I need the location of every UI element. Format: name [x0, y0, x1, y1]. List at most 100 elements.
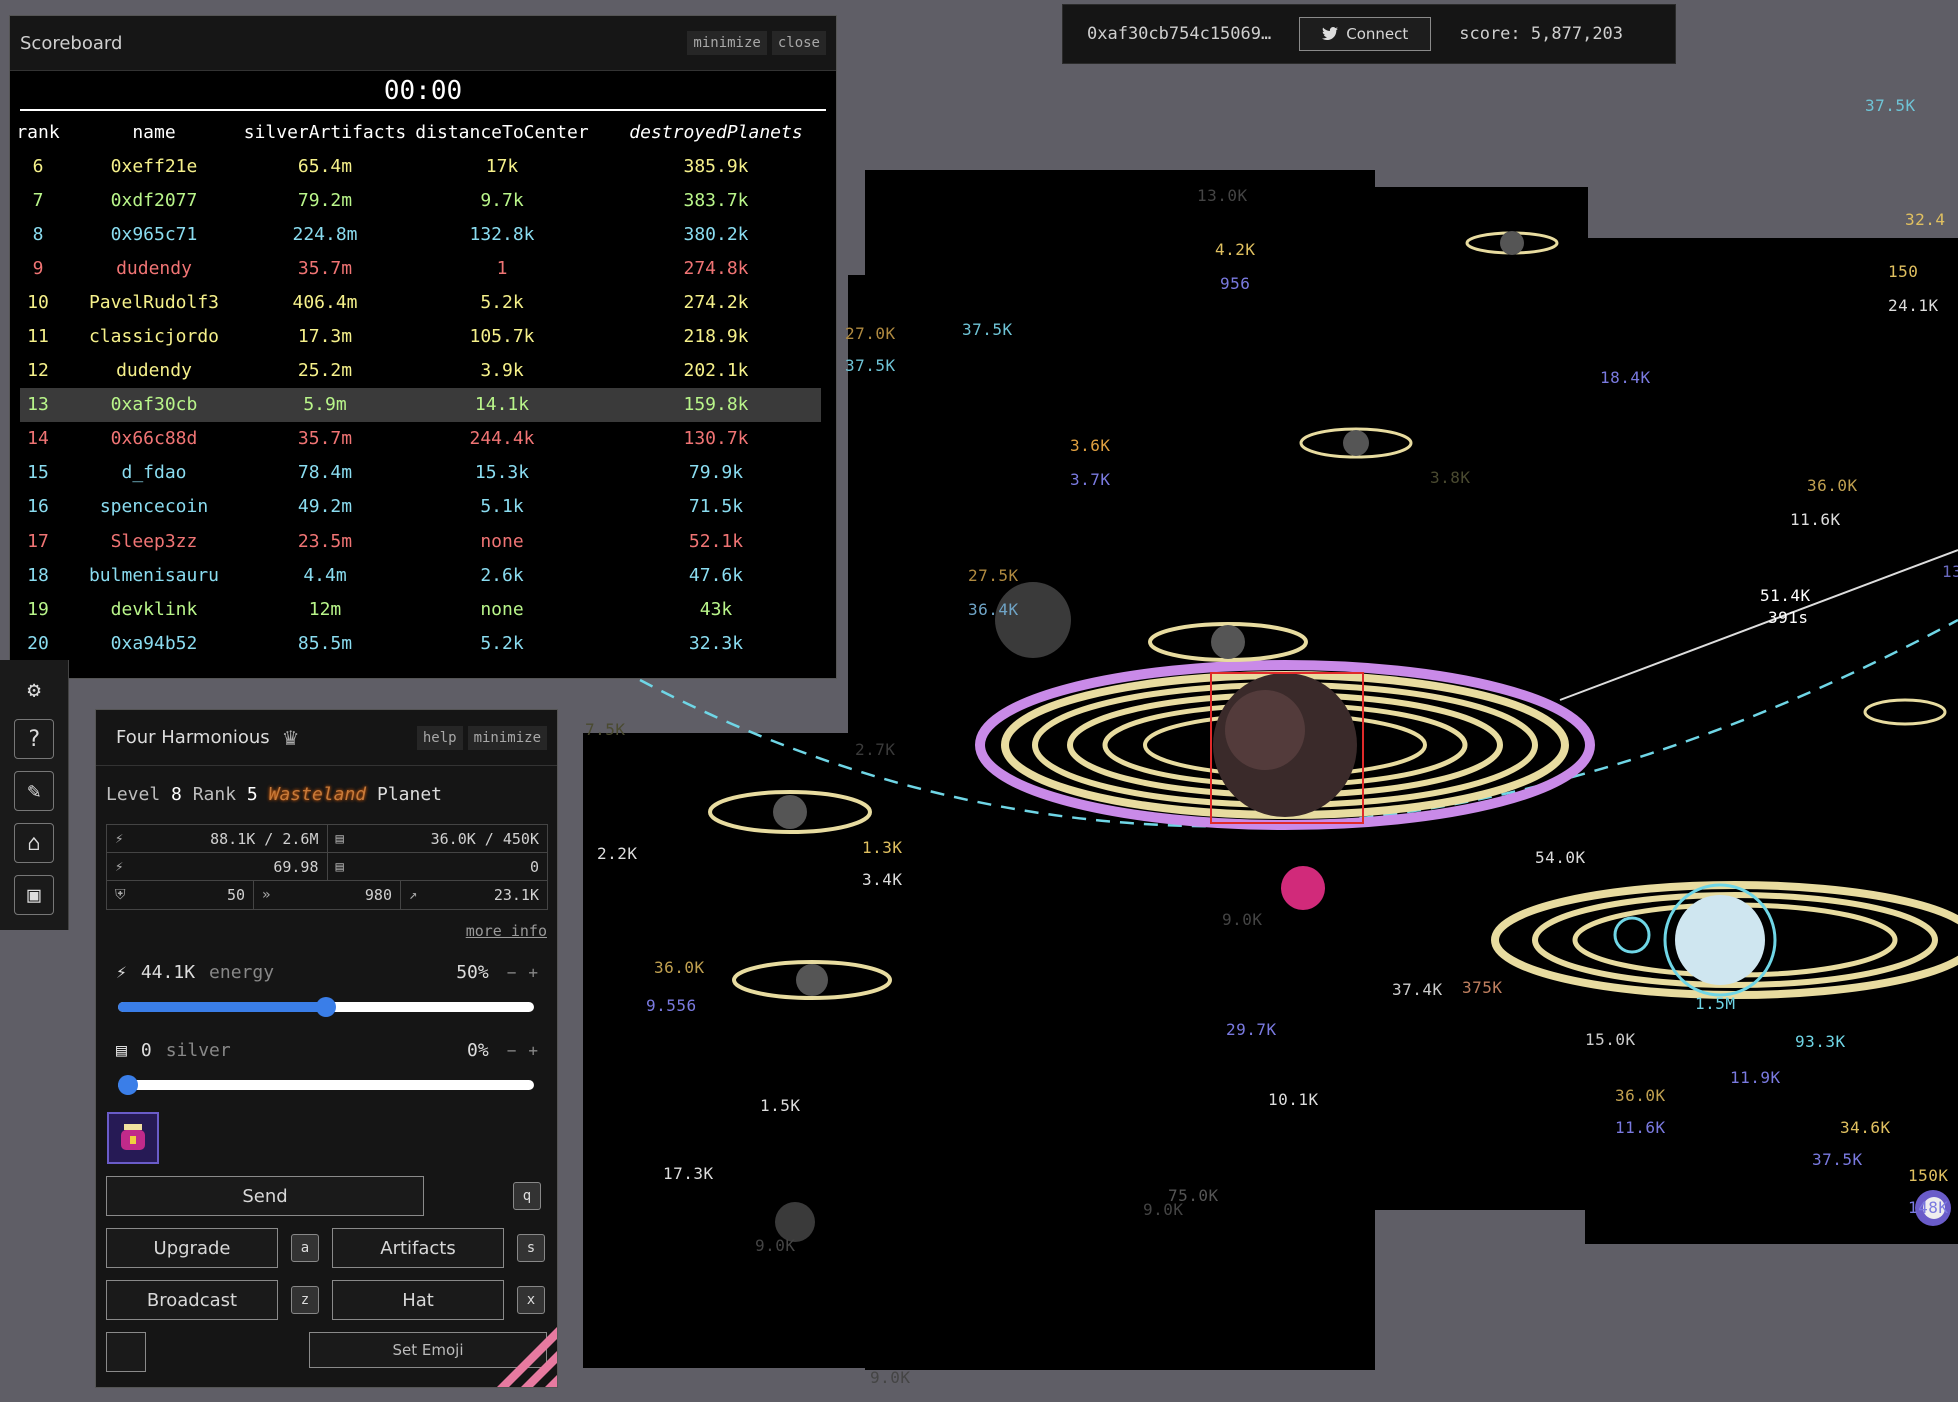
scoreboard-row[interactable]: 17 Sleep3zz 23.5m none 52.1k [10, 524, 836, 558]
planet-energy-label[interactable]: 32.4 [1905, 210, 1946, 229]
account-address[interactable]: 0xaf30cb754c15069… [1087, 24, 1271, 44]
planet-energy-label[interactable]: 9.0K [870, 1368, 911, 1387]
planet-energy-label[interactable]: 4.2K [1215, 240, 1256, 259]
destroyed-planets-cell: 43k [699, 598, 733, 620]
energy-increase-button[interactable]: + [528, 963, 538, 982]
planet-energy-label[interactable]: 17.3K [663, 1164, 714, 1183]
planet-energy-label[interactable]: 7.5K [585, 720, 626, 739]
stat-defense: ⛨ 50 [107, 881, 254, 909]
planet-energy-label[interactable]: 3.8K [1430, 468, 1471, 487]
planet-energy-label[interactable]: 956 [1220, 274, 1250, 293]
planet-energy-label[interactable]: 3.7K [1070, 470, 1111, 489]
silver-decrease-button[interactable]: − [507, 1041, 517, 1060]
planet-energy-label[interactable]: 36.0K [1615, 1086, 1666, 1105]
planet-energy-label[interactable]: 37.5K [1812, 1150, 1863, 1169]
scoreboard-row[interactable]: 13 0xaf30cb 5.9m 14.1k 159.8k [10, 387, 836, 422]
planet-energy-label[interactable]: 27.5K [968, 566, 1019, 585]
planet-energy-label[interactable]: 3.6K [1070, 436, 1111, 455]
scoreboard-row[interactable]: 20 0xa94b52 85.5m 5.2k 32.3k [10, 626, 836, 660]
planet-energy-label[interactable]: 9.0K [755, 1236, 796, 1255]
planet-energy-label[interactable]: 375K [1462, 978, 1503, 997]
planet-energy-label[interactable]: 11.6K [1615, 1118, 1666, 1137]
energy-slider[interactable] [118, 997, 534, 1017]
pane-help-button[interactable]: help [416, 725, 463, 750]
col-distance-to-center[interactable]: distanceToCenter [408, 115, 596, 149]
planet-energy-label[interactable]: 1.5K [760, 1096, 801, 1115]
scoreboard-minimize-button[interactable]: minimize [687, 31, 767, 55]
planet-energy-label[interactable]: 15.0K [1585, 1030, 1636, 1049]
planet-energy-label[interactable]: 150 [1888, 262, 1918, 281]
planet-energy-label[interactable]: 93.3K [1795, 1032, 1846, 1051]
planet-energy-label[interactable]: 10.1K [1268, 1090, 1319, 1109]
artifact-slot[interactable] [107, 1112, 159, 1164]
planet-energy-label[interactable]: 37.5K [1865, 96, 1916, 115]
planet-energy-label[interactable]: 9.556 [646, 996, 697, 1015]
gifts-button[interactable]: ⌂ [14, 823, 54, 863]
planet-energy-label[interactable]: 11.9K [1730, 1068, 1781, 1087]
upgrade-button[interactable]: Upgrade [106, 1228, 278, 1268]
planet-energy-label[interactable]: 11.6K [1790, 510, 1841, 529]
scoreboard-row[interactable]: 6 0xeff21e 65.4m 17k 385.9k [10, 149, 836, 183]
planet-energy-label[interactable]: 1.3K [862, 838, 903, 857]
planet-energy-label[interactable]: 29.7K [1226, 1020, 1277, 1039]
scoreboard-row[interactable]: 18 bulmenisauru 4.4m 2.6k 47.6k [10, 558, 836, 592]
planet-energy-label[interactable]: 150K [1908, 1166, 1949, 1185]
scoreboard-header: Scoreboard minimize close [10, 16, 836, 71]
col-silver-artifacts[interactable]: silverArtifacts [242, 115, 408, 149]
scoreboard-row[interactable]: 12 dudendy 25.2m 3.9k 202.1k [10, 354, 836, 388]
scoreboard-row[interactable]: 10 PavelRudolf3 406.4m 5.2k 274.2k [10, 285, 836, 319]
planet-energy-label[interactable]: 34.6K [1840, 1118, 1891, 1137]
col-rank[interactable]: rank [10, 115, 66, 149]
pane-minimize-button[interactable]: minimize [467, 725, 547, 750]
planet-energy-label[interactable]: 36.0K [1807, 476, 1858, 495]
planet-energy-label[interactable]: 9.0K [1222, 910, 1263, 929]
planet-energy-label[interactable]: 13.3K [1942, 562, 1958, 581]
planet-energy-label[interactable]: 3.4K [862, 870, 903, 889]
scoreboard-row[interactable]: 8 0x965c71 224.8m 132.8k 380.2k [10, 217, 836, 251]
planet-energy-label[interactable]: 27.0K [845, 324, 896, 343]
scoreboard-row[interactable]: 14 0x66c88d 35.7m 244.4k 130.7k [10, 422, 836, 456]
more-info-link[interactable]: more info [466, 922, 547, 940]
scoreboard-row[interactable]: 16 spencecoin 49.2m 5.1k 71.5k [10, 490, 836, 524]
silver-increase-button[interactable]: + [528, 1041, 538, 1060]
scoreboard-row[interactable]: 11 classicjordo 17.3m 105.7k 218.9k [10, 319, 836, 353]
planet-energy-label[interactable]: 18.4K [1600, 368, 1651, 387]
scoreboard-row[interactable]: 19 devklink 12m none 43k [10, 592, 836, 626]
col-name[interactable]: name [66, 115, 242, 149]
artifacts-button[interactable]: Artifacts [332, 1228, 504, 1268]
planet-energy-label[interactable]: 1.5M [1695, 994, 1736, 1013]
help-button[interactable]: ? [14, 719, 54, 759]
plugins-button[interactable]: ✎ [14, 771, 54, 811]
scoreboard-row[interactable]: 7 0xdf2077 79.2m 9.7k 383.7k [10, 183, 836, 217]
hat-button[interactable]: Hat [332, 1280, 504, 1320]
broadcast-button[interactable]: Broadcast [106, 1280, 278, 1320]
energy-send-amount: 44.1K [140, 962, 196, 983]
settings-button[interactable]: ⚙ [14, 670, 54, 710]
planet-energy-label[interactable]: 2.7K [855, 740, 896, 759]
planet-energy-label[interactable]: 13.0K [1197, 186, 1248, 205]
planet-energy-label[interactable]: 9.0K [1143, 1200, 1184, 1219]
twitter-connect-button[interactable]: Connect [1299, 17, 1432, 51]
scoreboard-row[interactable]: 9 dudendy 35.7m 1 274.8k [10, 251, 836, 285]
planet-energy-label[interactable]: 54.0K [1535, 848, 1586, 867]
planet-energy-label[interactable]: 148K [1908, 1198, 1949, 1217]
send-button[interactable]: Send [106, 1176, 424, 1216]
planet-energy-label[interactable]: 37.5K [845, 356, 896, 375]
save-button[interactable]: ▣ [14, 875, 54, 915]
planet-energy-label[interactable]: 24.1K [1888, 296, 1939, 315]
planet-energy-label[interactable]: 37.4K [1392, 980, 1443, 999]
silver-slider[interactable] [118, 1075, 534, 1095]
emoji-preview[interactable] [106, 1332, 146, 1372]
planet-energy-label[interactable]: 51.4K [1760, 586, 1811, 605]
planet-energy-label[interactable]: 37.5K [962, 320, 1013, 339]
scoreboard-row[interactable]: 15 d_fdao 78.4m 15.3k 79.9k [10, 456, 836, 490]
planet-energy-label[interactable]: 36.0K [654, 958, 705, 977]
energy-slider-handle[interactable] [316, 997, 336, 1017]
col-destroyed-planets[interactable]: destroyedPlanets [596, 115, 836, 149]
planet-energy-label[interactable]: 36.4K [968, 600, 1019, 619]
silver-slider-handle[interactable] [118, 1075, 138, 1095]
scoreboard-close-button[interactable]: close [771, 31, 826, 55]
planet-energy-label[interactable]: 391s [1768, 608, 1809, 627]
planet-energy-label[interactable]: 2.2K [597, 844, 638, 863]
energy-decrease-button[interactable]: − [507, 963, 517, 982]
